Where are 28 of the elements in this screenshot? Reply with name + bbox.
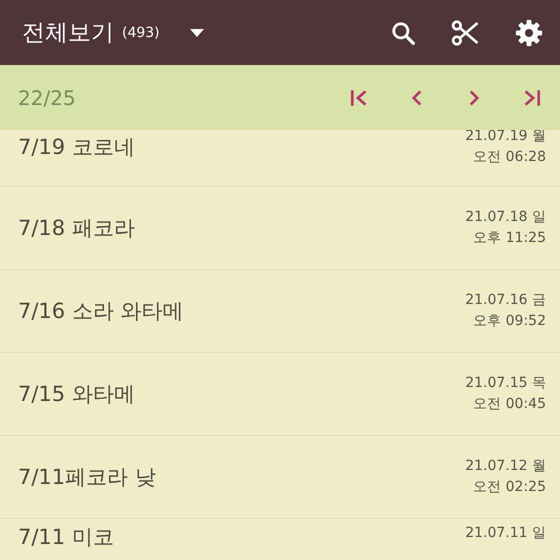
note-row[interactable]: 7/18 패코라 21.07.18 일 오후 11:25 (0, 187, 560, 270)
note-title: 7/11페코라 낮 (18, 464, 157, 491)
scissors-icon[interactable] (450, 18, 480, 48)
page-position: 22/25 (18, 86, 76, 110)
note-date: 21.07.16 금 (465, 291, 546, 310)
settings-icon[interactable] (514, 18, 544, 48)
note-time: 오후 09:52 (473, 312, 546, 331)
note-row[interactable]: 7/11 미코 21.07.11 일 (0, 519, 560, 560)
note-time: 오전 00:45 (473, 395, 546, 414)
note-date: 21.07.12 월 (465, 457, 546, 476)
note-time: 오전 02:25 (473, 478, 546, 497)
note-time: 오전 06:28 (473, 148, 546, 167)
note-title: 7/15 와타메 (18, 381, 136, 408)
note-row[interactable]: 7/11페코라 낮 21.07.12 월 오전 02:25 (0, 436, 560, 519)
dropdown-caret-icon[interactable] (190, 28, 204, 36)
note-count: (493) (122, 24, 160, 40)
note-row[interactable]: 7/16 소라 와타메 21.07.16 금 오후 09:52 (0, 270, 560, 353)
search-icon[interactable] (390, 20, 416, 46)
folder-title[interactable]: 전체보기 (22, 17, 114, 48)
note-date: 21.07.11 일 (465, 524, 546, 543)
note-time: 오후 11:25 (473, 229, 546, 248)
note-title: 7/11 미코 (18, 524, 115, 551)
note-date: 21.07.15 목 (465, 374, 546, 393)
note-title: 7/18 패코라 (18, 215, 136, 242)
note-row[interactable]: 7/15 와타메 21.07.15 목 오전 00:45 (0, 353, 560, 436)
note-date: 21.07.18 일 (465, 208, 546, 227)
note-title: 7/16 소라 와타메 (18, 298, 185, 325)
note-title: 7/19 코로네 (18, 134, 136, 161)
